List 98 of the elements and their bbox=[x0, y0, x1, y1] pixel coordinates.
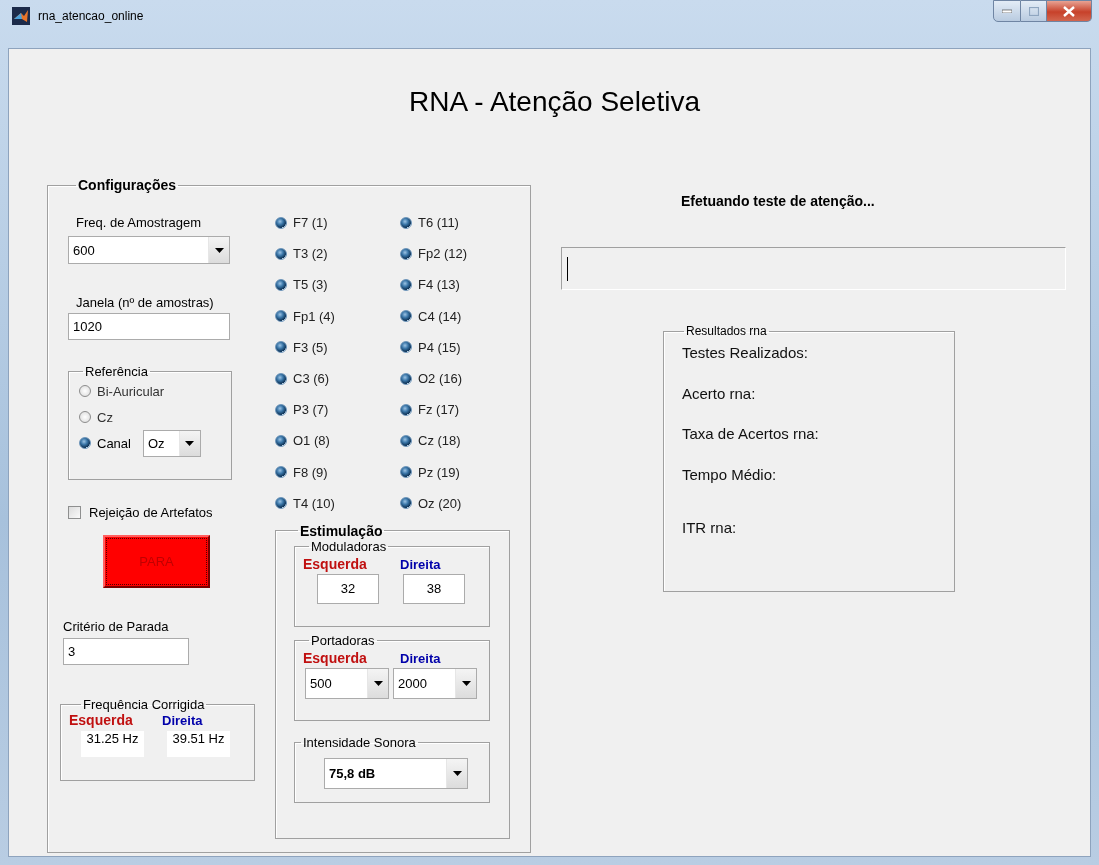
radio-button[interactable] bbox=[400, 434, 412, 447]
left-label: Esquerda bbox=[303, 649, 368, 666]
channel-label: O2 (16) bbox=[418, 371, 463, 387]
radio-label: Canal bbox=[97, 435, 131, 451]
input-field[interactable]: 1020 bbox=[68, 313, 230, 340]
result-label: Acerto rna: bbox=[682, 384, 756, 402]
channel-label: Fz (17) bbox=[418, 402, 460, 418]
channel-label: T5 (3) bbox=[293, 277, 328, 293]
dropdown[interactable]: 75,8 dB bbox=[324, 757, 468, 789]
maximize-button[interactable] bbox=[1021, 0, 1047, 22]
right-label: Direita bbox=[400, 650, 441, 666]
group-title: Intensidade Sonora bbox=[302, 734, 417, 750]
field-label: Janela (nº de amostras) bbox=[76, 295, 215, 310]
dropdown[interactable]: 2000 bbox=[393, 667, 477, 699]
dropdown[interactable]: 500 bbox=[305, 667, 389, 699]
radio-button[interactable] bbox=[275, 216, 287, 229]
checkbox[interactable] bbox=[68, 505, 81, 519]
page-heading: RNA - Atenção Seletiva bbox=[407, 86, 700, 119]
channel-label: F3 (5) bbox=[293, 339, 328, 355]
minimize-icon bbox=[1002, 9, 1012, 13]
window-title: rna_atencao_online bbox=[38, 9, 144, 23]
channel-label: P3 (7) bbox=[293, 402, 329, 418]
radio-button[interactable] bbox=[275, 497, 287, 510]
radio-button[interactable] bbox=[275, 341, 287, 354]
left-label: Esquerda bbox=[303, 555, 368, 572]
radio-button[interactable] bbox=[275, 466, 287, 479]
group-title: Frequência Corrigida bbox=[82, 697, 206, 712]
radio-label: Bi-Auricular bbox=[97, 383, 165, 399]
caret-icon bbox=[185, 440, 195, 446]
dropdown[interactable]: Oz bbox=[142, 429, 201, 457]
frequency-value: 31.25 Hz bbox=[81, 731, 144, 757]
result-label: Testes Realizados: bbox=[682, 344, 808, 361]
radio-button[interactable] bbox=[275, 372, 287, 385]
input-field[interactable]: 38 bbox=[403, 573, 465, 604]
frequency-value: 39.51 Hz bbox=[167, 731, 230, 757]
radio-button[interactable] bbox=[400, 310, 412, 323]
dropdown[interactable]: 600 bbox=[68, 236, 230, 264]
radio-button[interactable] bbox=[400, 497, 412, 510]
channel-label: Fp2 (12) bbox=[418, 246, 468, 262]
field-label: Critério de Parada bbox=[63, 619, 170, 634]
channel-label: Fp1 (4) bbox=[293, 308, 335, 324]
group-title: Portadoras bbox=[310, 632, 376, 648]
channel-label: Cz (18) bbox=[418, 433, 461, 449]
radio-button[interactable] bbox=[400, 247, 412, 260]
channel-label: P4 (15) bbox=[418, 339, 461, 355]
radio-button[interactable] bbox=[400, 216, 412, 229]
channel-label: F7 (1) bbox=[293, 215, 328, 231]
radio-button[interactable] bbox=[275, 247, 287, 260]
channel-label: F8 (9) bbox=[293, 464, 328, 480]
caret-icon bbox=[452, 770, 462, 776]
radio-label: Cz bbox=[97, 409, 113, 425]
channel-label: Oz (20) bbox=[418, 495, 462, 511]
radio-button[interactable] bbox=[79, 411, 91, 423]
panel-title: Resultados rna bbox=[685, 324, 768, 338]
radio-button[interactable] bbox=[400, 403, 412, 416]
right-label: Direita bbox=[162, 713, 203, 728]
group-title: Moduladoras bbox=[311, 538, 388, 554]
right-label: Direita bbox=[400, 556, 441, 572]
close-button[interactable] bbox=[1047, 0, 1092, 22]
radio-button[interactable] bbox=[400, 466, 412, 479]
panel-title: Estimulação bbox=[299, 522, 384, 539]
channel-label: T4 (10) bbox=[293, 495, 335, 511]
channel-label: T6 (11) bbox=[418, 215, 459, 231]
left-label: Esquerda bbox=[69, 712, 134, 728]
channel-label: C3 (6) bbox=[293, 371, 330, 387]
channel-label: T3 (2) bbox=[293, 246, 328, 262]
channel-label: Pz (19) bbox=[418, 464, 460, 480]
channel-label: O1 (8) bbox=[293, 433, 330, 449]
radio-button[interactable] bbox=[79, 385, 91, 397]
panel-title: Configurações bbox=[77, 177, 177, 193]
input-field[interactable] bbox=[561, 247, 1066, 290]
status-text: Efetuando teste de atenção... bbox=[681, 193, 876, 209]
maximize-icon bbox=[1028, 6, 1039, 16]
radio-button[interactable] bbox=[79, 437, 91, 449]
channel-label: F4 (13) bbox=[418, 277, 460, 293]
radio-button[interactable] bbox=[275, 403, 287, 416]
caret-icon bbox=[461, 680, 471, 686]
radio-button[interactable] bbox=[400, 278, 412, 291]
minimize-button[interactable] bbox=[993, 0, 1021, 22]
input-field[interactable]: 32 bbox=[317, 573, 379, 604]
radio-button[interactable] bbox=[400, 372, 412, 385]
app-icon bbox=[12, 7, 30, 25]
group-title: Referência bbox=[84, 364, 149, 379]
close-icon bbox=[1063, 5, 1075, 17]
input-field[interactable]: 3 bbox=[63, 638, 189, 665]
caret-icon bbox=[214, 247, 224, 253]
radio-button[interactable] bbox=[400, 341, 412, 354]
radio-button[interactable] bbox=[275, 434, 287, 447]
text-cursor bbox=[567, 256, 568, 281]
field-label: Freq. de Amostragem bbox=[76, 215, 202, 230]
checkbox-label: Rejeição de Artefatos bbox=[89, 504, 213, 520]
result-label: Taxa de Acertos rna: bbox=[682, 425, 819, 443]
radio-button[interactable] bbox=[275, 310, 287, 323]
result-label: ITR rna: bbox=[682, 518, 737, 536]
radio-button[interactable] bbox=[275, 278, 287, 291]
result-label: Tempo Médio: bbox=[682, 466, 777, 484]
caret-icon bbox=[373, 680, 383, 686]
channel-label: C4 (14) bbox=[418, 308, 462, 324]
